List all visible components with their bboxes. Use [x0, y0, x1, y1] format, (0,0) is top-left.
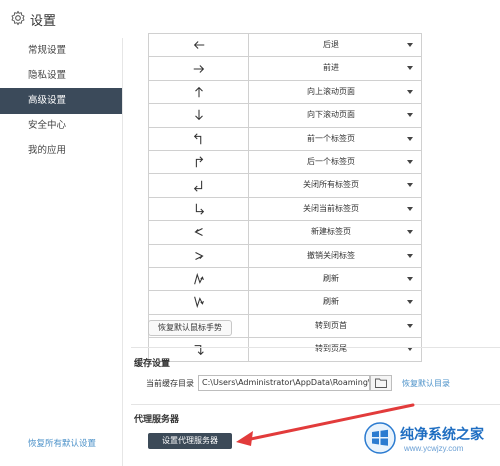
- gesture-action-select[interactable]: 关闭当前标签页: [249, 198, 423, 220]
- gesture-action-label: 向下滚动页面: [307, 110, 355, 120]
- arrow-right-icon: [193, 64, 204, 73]
- dropdown-arrow-icon: [407, 253, 413, 258]
- right-down-gesture-icon: [194, 344, 204, 355]
- restore-default-dir-link[interactable]: 恢复默认目录: [402, 378, 450, 389]
- gesture-row: 刷新: [149, 267, 423, 292]
- gesture-action-select[interactable]: 新建标签页: [249, 221, 423, 243]
- gesture-action-select[interactable]: 向上滚动页面: [249, 81, 423, 103]
- window-title: 设置: [30, 14, 57, 29]
- sidebar-item-security[interactable]: 安全中心: [0, 113, 122, 139]
- sidebar-item-advanced[interactable]: 高级设置: [0, 88, 122, 114]
- gesture-action-label: 转到页尾: [315, 344, 347, 354]
- gesture-action-label: 后退: [323, 40, 339, 49]
- gesture-action-select[interactable]: 向下滚动页面: [249, 104, 423, 126]
- gesture-row: 刷新: [149, 291, 423, 315]
- gesture-action-label: 后一个标签页: [307, 156, 355, 166]
- cache-dir-field[interactable]: C:\Users\Administrator\AppData\Roaming\: [198, 375, 370, 391]
- gesture-action-select[interactable]: 转到页首: [249, 315, 423, 337]
- gesture-action-select[interactable]: 刷新: [249, 291, 423, 313]
- gesture-row: 前一个标签页: [149, 127, 423, 151]
- mouse-gesture-table: 后退 前进 向上滚动页面 向下滚动页面 前一个标签页 后一个标签页 关闭所有标签…: [148, 33, 423, 363]
- down-zigzag-icon: [193, 297, 204, 309]
- arrow-up-icon: [194, 86, 203, 98]
- gesture-action-label: 转到页首: [315, 320, 347, 330]
- gesture-row: 关闭所有标签页: [149, 174, 423, 198]
- cache-section-title: 缓存设置: [134, 359, 171, 369]
- gesture-action-select[interactable]: 关闭所有标签页: [249, 174, 423, 196]
- watermark-title: 纯净系统之家: [400, 427, 484, 443]
- sidebar-item-privacy[interactable]: 隐私设置: [0, 63, 122, 89]
- gesture-action-label: 关闭所有标签页: [303, 180, 359, 190]
- gesture-action-select[interactable]: 转到页尾: [249, 338, 423, 361]
- dropdown-arrow-icon: [407, 276, 413, 281]
- arrow-left-icon: [193, 41, 204, 50]
- watermark-url: www.ycwjzy.com: [404, 444, 464, 453]
- gesture-action-label: 前进: [323, 63, 339, 73]
- dropdown-arrow-icon: [407, 300, 413, 305]
- gesture-row: 后退: [149, 34, 423, 58]
- sidebar-item-general[interactable]: 常规设置: [0, 38, 122, 64]
- dropdown-arrow-icon: [407, 183, 413, 188]
- gesture-row: 向上滚动页面: [149, 80, 423, 105]
- set-proxy-button[interactable]: 设置代理服务器: [148, 433, 232, 449]
- reset-all-settings-link[interactable]: 恢复所有默认设置: [28, 437, 96, 449]
- folder-icon: [375, 378, 387, 388]
- arrow-down-icon: [194, 110, 203, 121]
- dropdown-arrow-icon: [407, 136, 413, 141]
- gesture-row: 前进: [149, 57, 423, 81]
- gesture-action-label: 刷新: [323, 273, 339, 283]
- dropdown-arrow-icon: [407, 66, 413, 71]
- gesture-action-select[interactable]: 后一个标签页: [249, 151, 423, 173]
- proxy-section-title: 代理服务器: [134, 415, 180, 425]
- gesture-row: 撤销关闭标签: [149, 244, 423, 268]
- zigzag-left-icon: [193, 228, 203, 237]
- down-right-gesture-icon: [195, 203, 204, 215]
- gesture-action-select[interactable]: 刷新: [249, 268, 423, 290]
- gesture-row: 向下滚动页面: [149, 104, 423, 128]
- dropdown-arrow-icon: [407, 89, 413, 94]
- dropdown-arrow-icon: [407, 323, 413, 328]
- gesture-action-label: 新建标签页: [311, 227, 351, 237]
- gesture-action-select[interactable]: 后退: [249, 34, 423, 56]
- browse-folder-button[interactable]: [370, 375, 392, 391]
- sidebar-item-my-apps[interactable]: 我的应用: [0, 138, 122, 164]
- gesture-action-label: 前一个标签页: [307, 133, 355, 143]
- cache-dir-label: 当前缓存目录: [146, 379, 194, 388]
- divider: [131, 404, 500, 405]
- dropdown-arrow-icon: [407, 206, 413, 211]
- gesture-action-label: 向上滚动页面: [307, 86, 355, 96]
- restore-default-gestures-button[interactable]: 恢复默认鼠标手势: [148, 320, 232, 336]
- gesture-action-select[interactable]: 前进: [249, 57, 423, 79]
- gesture-row: 新建标签页: [149, 221, 423, 245]
- dropdown-arrow-icon: [407, 159, 413, 164]
- gesture-row: 关闭当前标签页: [149, 197, 423, 222]
- gear-icon: [11, 10, 25, 26]
- up-right-gesture-icon: [195, 156, 203, 168]
- gesture-action-select[interactable]: 前一个标签页: [249, 128, 423, 150]
- dropdown-arrow-icon: [407, 113, 413, 118]
- up-zigzag-icon: [193, 272, 204, 285]
- down-left-gesture-icon: [193, 180, 202, 192]
- gesture-row: 后一个标签页: [149, 150, 423, 175]
- sidebar: 常规设置 隐私设置 高级设置 安全中心 我的应用 恢复所有默认设置: [0, 38, 123, 466]
- settings-content: 后退 前进 向上滚动页面 向下滚动页面 前一个标签页 后一个标签页 关闭所有标签…: [123, 0, 500, 466]
- windows-logo-icon: [364, 422, 396, 454]
- gesture-action-label: 刷新: [323, 297, 339, 307]
- zigzag-right-icon: [194, 251, 204, 260]
- dropdown-arrow-icon: [407, 43, 413, 47]
- gesture-action-select[interactable]: 撤销关闭标签: [249, 245, 423, 267]
- up-left-gesture-icon: [193, 133, 201, 144]
- gesture-row: 转到页尾: [149, 338, 423, 362]
- divider: [131, 347, 500, 348]
- watermark: 纯净系统之家 www.ycwjzy.com: [360, 410, 500, 466]
- dropdown-arrow-icon: [407, 230, 413, 235]
- gesture-action-label: 关闭当前标签页: [303, 203, 359, 213]
- gesture-action-label: 撤销关闭标签: [307, 250, 355, 260]
